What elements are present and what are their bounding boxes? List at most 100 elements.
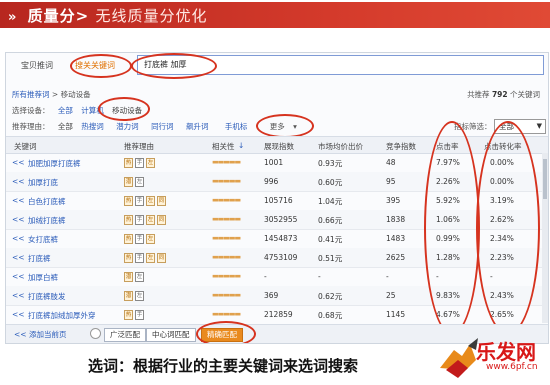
add-keyword-icon[interactable]: << [12, 158, 25, 167]
reason-tag: 左 [146, 158, 155, 168]
cvr-value: 2.65% [490, 310, 514, 319]
tab-item-recommend[interactable]: 宝贝推词 [10, 57, 64, 75]
banner-title: » 质量分> 无线质量分优化 [8, 5, 207, 26]
reason-tag: 热 [124, 215, 133, 225]
chevron-down-icon[interactable]: ▾ [293, 122, 297, 131]
reason-tag: 同 [157, 253, 166, 263]
keyword-text[interactable]: 打底裤肢发 [28, 291, 66, 302]
reason-tag: 手 [135, 158, 144, 168]
reason-option-mobile[interactable]: 手机标 [225, 122, 248, 131]
avg-price-value: 0.60元 [318, 178, 343, 187]
keyword-panel: 宝贝推词 搜关关键词 打底裤 加厚 所有推荐词 > 移动设备 共推荐 792 个… [5, 52, 549, 344]
ctr-value: 7.97% [436, 158, 460, 167]
ctr-value: 1.28% [436, 253, 460, 262]
reason-option-rising[interactable]: 飙升词 [186, 122, 209, 131]
add-keyword-icon[interactable]: << [12, 272, 25, 281]
col-keyword[interactable]: 关键词 [14, 141, 37, 152]
reason-tag: 左 [146, 234, 155, 244]
keyword-text[interactable]: 加肥加厚打底裤 [28, 158, 81, 169]
add-page-label: 添加当前页 [28, 330, 67, 339]
col-impressions[interactable]: 展现指数 [264, 141, 294, 152]
phrase-match-button[interactable]: 中心词匹配 [146, 328, 196, 342]
add-keyword-icon[interactable]: << [12, 291, 25, 300]
cvr-value: 2.43% [490, 291, 514, 300]
exact-match-button[interactable]: 精确匹配 [201, 328, 243, 342]
reason-tag: 热 [124, 234, 133, 244]
competition-value: 395 [386, 196, 401, 205]
add-page-link[interactable]: << 添加当前页 [14, 329, 66, 340]
keyword-text[interactable]: 白色打底裤 [28, 196, 66, 207]
tab-keyword-search[interactable]: 搜关关键词 [64, 57, 126, 75]
table-scrollbar[interactable] [542, 153, 548, 323]
broad-match-button[interactable]: 广泛匹配 [104, 328, 146, 342]
table-row[interactable]: << 白色打底裤 热手左同 ▬▬▬▬▬ 105716 1.04元 395 5.92% 3.19% [6, 191, 548, 211]
col-avg-price[interactable]: 市场均价出价 [318, 141, 363, 152]
ctr-value: 9.83% [436, 291, 460, 300]
add-keyword-icon[interactable]: << [12, 253, 25, 262]
avg-price-value: 0.41元 [318, 235, 343, 244]
filter-label: 指标筛选： [454, 122, 492, 131]
radio-icon[interactable] [90, 328, 101, 339]
scroll-thumb[interactable] [543, 159, 547, 199]
table-row[interactable]: << 加绒打底裤 热手左同 ▬▬▬▬▬ 3052955 0.66元 1838 1.06% 2.6… [6, 210, 548, 230]
table-row[interactable]: << 打底裤 热手左同 ▬▬▬▬▬ 4753109 0.51元 2625 1.28% 2.23% [6, 248, 548, 268]
reason-tags: 潜左 [124, 290, 146, 301]
device-option-all[interactable]: 全部 [58, 106, 73, 115]
keyword-text[interactable]: 打底裤 [28, 253, 51, 264]
relevance-stars: ▬▬▬▬▬ [212, 215, 241, 223]
reason-option-potential[interactable]: 潜力词 [116, 122, 139, 131]
avg-price-value: - [318, 272, 321, 281]
col-cvr[interactable]: 点击转化率 [484, 141, 522, 152]
competition-value: 1483 [386, 234, 406, 243]
col-reason[interactable]: 推荐理由 [124, 141, 154, 152]
table-row[interactable]: << 打底裤肢发 潜左 ▬▬▬▬▬ 369 0.62元 25 9.83% 2.43% [6, 286, 548, 306]
keyword-text[interactable]: 打底裤加绒加厚外穿 [28, 310, 96, 321]
reason-tag: 潜 [124, 272, 133, 282]
keyword-text[interactable]: 加绒打底裤 [28, 215, 66, 226]
col-competition[interactable]: 竞争指数 [386, 141, 416, 152]
competition-value: 25 [386, 291, 396, 300]
table-row[interactable]: << 女打底裤 热手左 ▬▬▬▬▬ 1454873 0.41元 1483 0.99% 2.34% [6, 229, 548, 249]
col-relevance[interactable]: 相关性 [212, 141, 235, 152]
impressions-value: - [264, 272, 267, 281]
relevance-stars: ▬▬▬▬▬ [212, 291, 241, 299]
reason-tags: 热手左 [124, 157, 157, 168]
keyword-search-input[interactable]: 打底裤 加厚 [137, 55, 544, 75]
reason-tag: 热 [124, 253, 133, 263]
ctr-value: 4.67% [436, 310, 460, 319]
cvr-value: 0.00% [490, 158, 514, 167]
add-keyword-icon[interactable]: << [12, 177, 25, 186]
reason-option-all[interactable]: 全部 [58, 122, 73, 131]
add-keyword-icon[interactable]: << [12, 310, 25, 319]
col-ctr[interactable]: 点击率 [436, 141, 459, 152]
reason-option-peer[interactable]: 同行词 [151, 122, 174, 131]
breadcrumb-root[interactable]: 所有推荐词 [12, 90, 50, 99]
keyword-text[interactable]: 加厚白裤 [28, 272, 58, 283]
table-row[interactable]: << 加厚白裤 潜左 ▬▬▬▬▬ - - - - - [6, 267, 548, 287]
table-row[interactable]: << 加厚打底 潜左 ▬▬▬▬▬ 996 0.60元 95 2.26% 0.00% [6, 172, 548, 192]
relevance-stars: ▬▬▬▬▬ [212, 310, 241, 318]
add-keyword-icon[interactable]: << [12, 215, 25, 224]
table-row[interactable]: << 打底裤加绒加厚外穿 热手 ▬▬▬▬▬ 212859 0.68元 1145 4.67% 2.… [6, 305, 548, 325]
impressions-value: 1001 [264, 158, 284, 167]
add-keyword-icon[interactable]: << [12, 234, 25, 243]
reason-more[interactable]: 更多 [270, 122, 285, 131]
impressions-value: 3052955 [264, 215, 298, 224]
cvr-value: 3.19% [490, 196, 514, 205]
keyword-text[interactable]: 加厚打底 [28, 177, 58, 188]
device-option-pc[interactable]: 计算机 [81, 106, 104, 115]
relevance-stars: ▬▬▬▬▬ [212, 272, 241, 280]
reason-tags: 热手左同 [124, 214, 168, 225]
competition-value: 1145 [386, 310, 406, 319]
reason-option-hot[interactable]: 热搜词 [81, 122, 104, 131]
device-filter: 选择设备： 全部 计算机 移动设备 [12, 105, 142, 116]
sort-down-icon[interactable]: ↓ [238, 141, 244, 150]
reason-tag: 潜 [124, 291, 133, 301]
keyword-text[interactable]: 女打底裤 [28, 234, 58, 245]
add-keyword-icon[interactable]: << [12, 196, 25, 205]
device-option-mobile[interactable]: 移动设备 [112, 106, 142, 115]
total-prefix: 共推荐 [467, 90, 490, 99]
filter-select[interactable]: 全部 ▼ [494, 119, 546, 134]
ctr-value: 5.92% [436, 196, 460, 205]
table-row[interactable]: << 加肥加厚打底裤 热手左 ▬▬▬▬▬ 1001 0.93元 48 7.97% 0.00% [6, 153, 548, 173]
